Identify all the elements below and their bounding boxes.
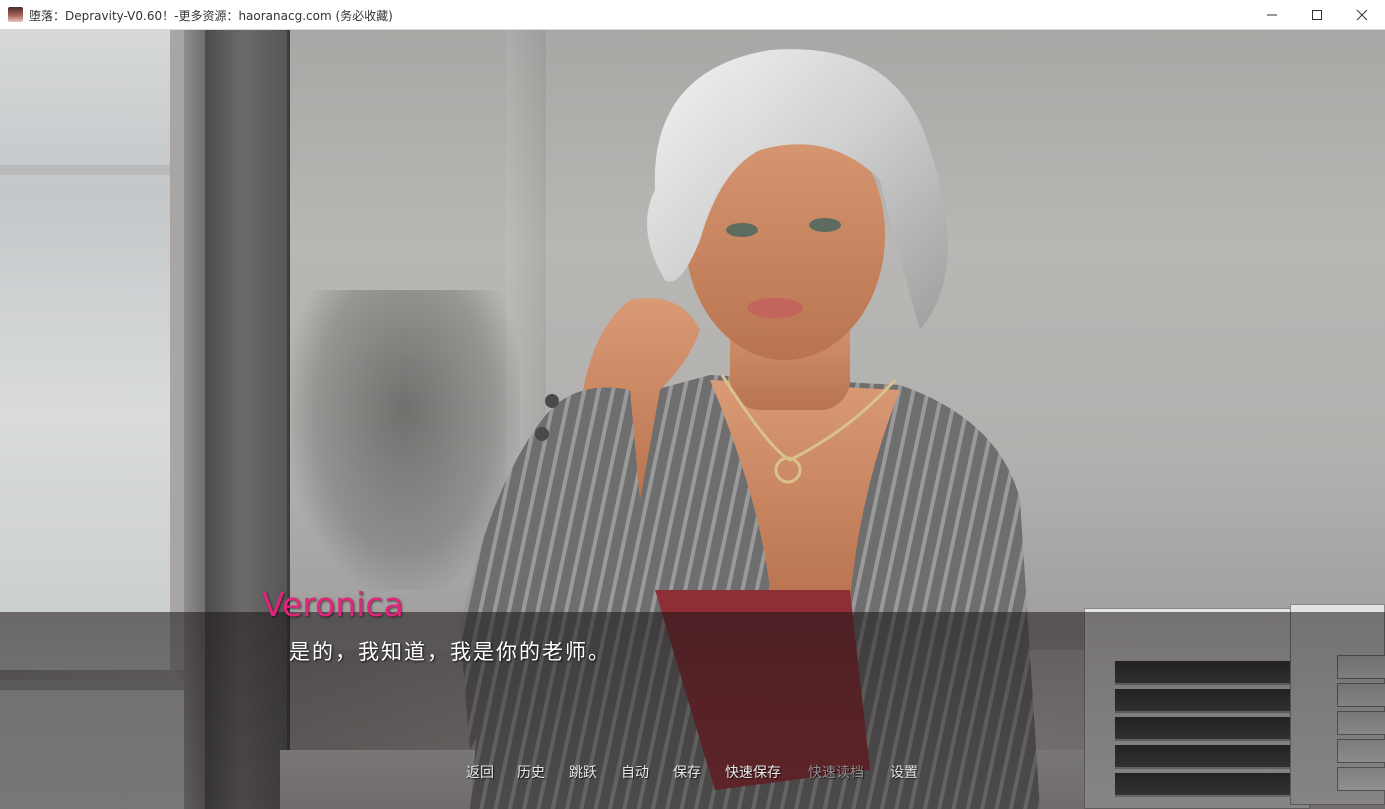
- quick-menu-auto[interactable]: 自动: [621, 762, 649, 782]
- quick-menu-back[interactable]: 返回: [466, 762, 494, 782]
- speaker-name: Veronica: [262, 585, 404, 624]
- quick-menu-skip[interactable]: 跳跃: [569, 762, 597, 782]
- close-button[interactable]: [1339, 0, 1385, 29]
- quick-menu-quick-load[interactable]: 快速读档: [808, 762, 864, 782]
- minimize-icon: [1267, 14, 1277, 16]
- close-icon: [1356, 9, 1368, 21]
- game-viewport[interactable]: [0, 30, 1385, 809]
- app-icon: [8, 7, 23, 22]
- window-title: 堕落：Depravity-V0.60！-更多资源：haoranacg.com (…: [29, 9, 393, 23]
- quick-menu-history[interactable]: 历史: [517, 762, 545, 782]
- minimize-button[interactable]: [1249, 0, 1295, 29]
- maximize-icon: [1312, 10, 1322, 20]
- quick-menu-save[interactable]: 保存: [673, 762, 701, 782]
- quick-menu-settings[interactable]: 设置: [890, 762, 918, 782]
- dialogue-text: 是的，我知道，我是你的老师。: [289, 640, 611, 664]
- window-title-bar[interactable]: 堕落：Depravity-V0.60！-更多资源：haoranacg.com (…: [0, 0, 1385, 30]
- background-window-glass: [0, 30, 184, 670]
- background-window-sash: [0, 165, 170, 175]
- quick-menu-quick-save[interactable]: 快速保存: [725, 762, 781, 782]
- maximize-button[interactable]: [1294, 0, 1340, 29]
